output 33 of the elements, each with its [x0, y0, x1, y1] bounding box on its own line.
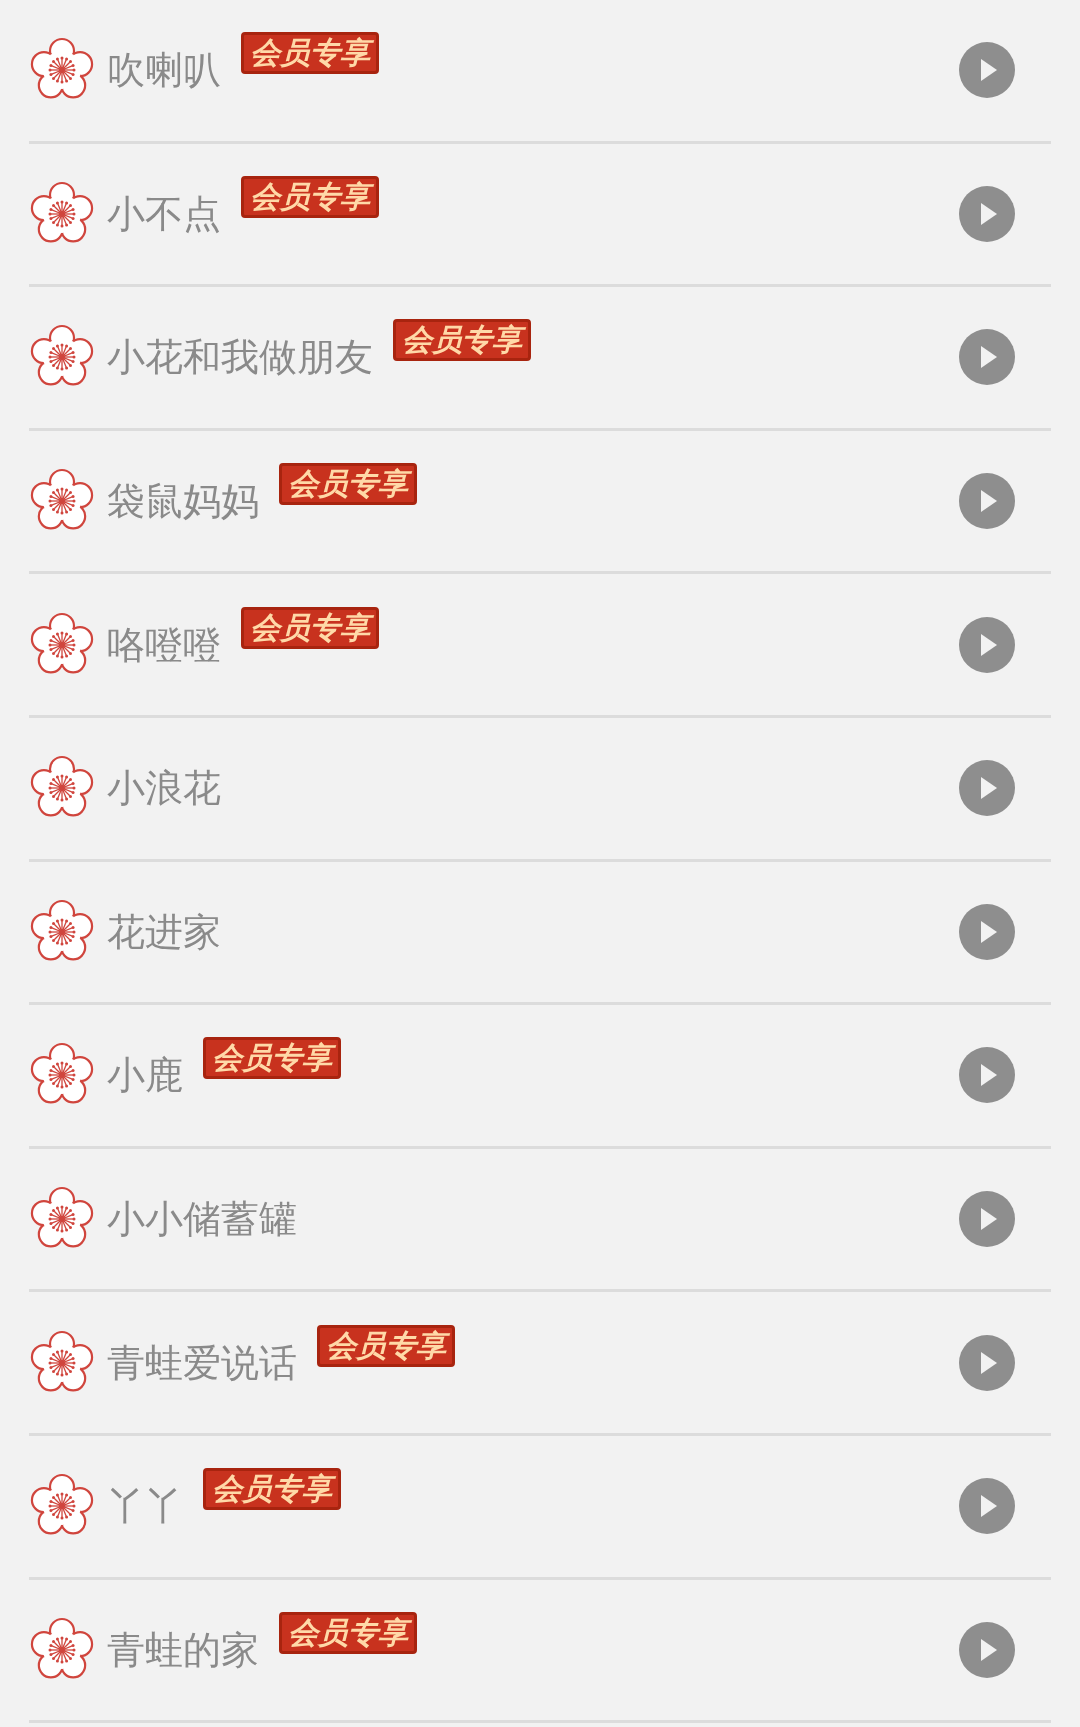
song-title[interactable]: 花进家 [107, 912, 221, 951]
member-badge: 会员专享 [279, 1611, 417, 1654]
member-badge: 会员专享 [241, 175, 379, 218]
play-button[interactable] [959, 903, 1015, 960]
member-badge: 会员专享 [317, 1324, 455, 1367]
member-badge: 会员专享 [203, 1468, 341, 1511]
play-button[interactable] [959, 42, 1015, 99]
play-button[interactable] [959, 329, 1015, 386]
song-title[interactable]: 袋鼠妈妈 [107, 482, 259, 521]
play-button[interactable] [959, 1047, 1015, 1104]
play-button[interactable] [959, 1478, 1015, 1535]
play-button[interactable] [959, 473, 1015, 530]
song-title[interactable]: 青蛙的家 [107, 1630, 259, 1669]
song-title[interactable]: 小不点 [107, 194, 221, 233]
song-title[interactable]: 咯噔噔 [107, 625, 221, 664]
song-title[interactable]: 丫丫 [107, 1487, 183, 1526]
member-badge: 会员专享 [203, 1037, 341, 1080]
member-badge: 会员专享 [279, 463, 417, 506]
play-button[interactable] [959, 616, 1015, 673]
play-button[interactable] [959, 1621, 1015, 1678]
member-badge: 会员专享 [393, 319, 531, 362]
song-title[interactable]: 吹喇叭 [107, 51, 221, 90]
play-button[interactable] [959, 760, 1015, 817]
member-badge: 会员专享 [241, 32, 379, 75]
member-badge: 会员专享 [241, 606, 379, 649]
play-button[interactable] [959, 1334, 1015, 1391]
play-button[interactable] [959, 185, 1015, 242]
song-title[interactable]: 小花和我做朋友 [107, 338, 373, 377]
song-title[interactable]: 青蛙爱说话 [107, 1343, 297, 1382]
song-title[interactable]: 小鹿 [107, 1056, 183, 1095]
song-title[interactable]: 小浪花 [107, 769, 221, 808]
song-title[interactable]: 小小储蓄罐 [107, 1200, 297, 1239]
play-button[interactable] [959, 1191, 1015, 1248]
